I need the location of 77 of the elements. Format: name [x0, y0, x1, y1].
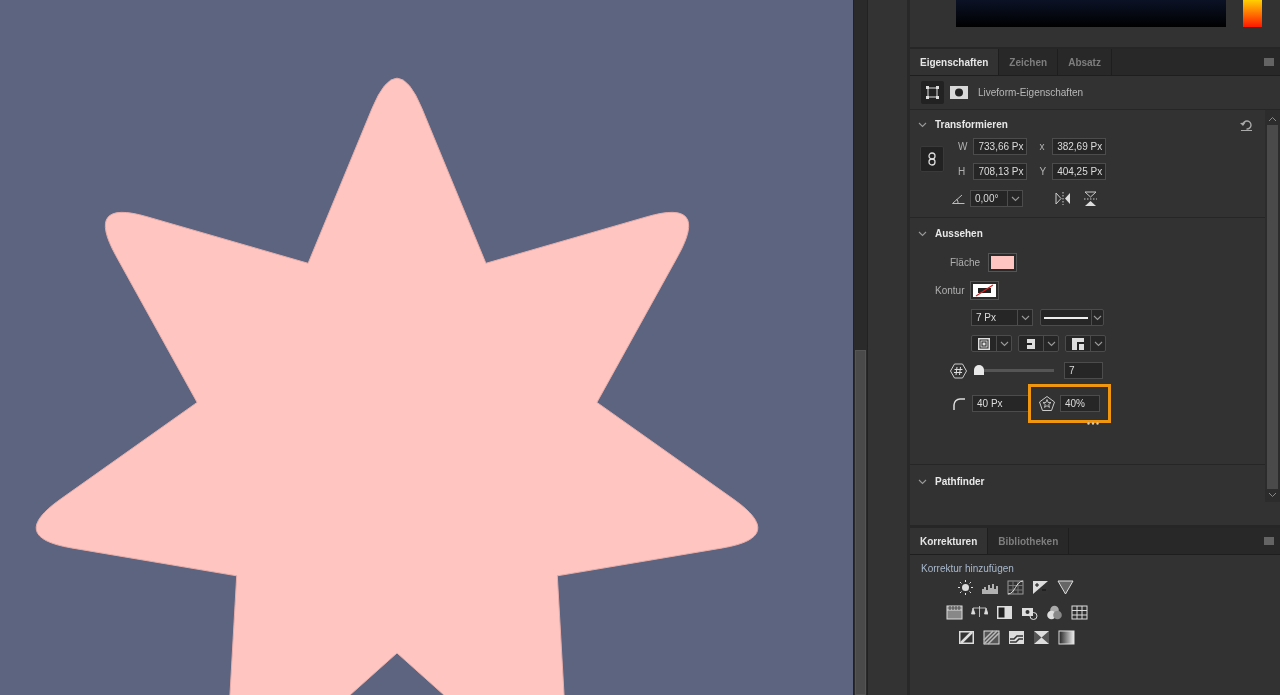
section-title[interactable]: Transformieren [935, 117, 1008, 132]
field-label: W [958, 140, 968, 154]
value-field[interactable]: 382,69 Px [1052, 138, 1107, 155]
field-label: Y [1039, 165, 1047, 179]
fill-swatch[interactable] [988, 253, 1017, 272]
scales-icon[interactable] [971, 605, 988, 620]
shape-type-label: Liveform-Eigenschaften [978, 86, 1084, 100]
points-count-icon [950, 362, 967, 379]
stroke-width-dropdown[interactable]: 7 Px [971, 309, 1033, 326]
solid-line-icon [1044, 316, 1088, 319]
star-ratio-icon [1039, 396, 1055, 411]
stroke-corners-dropdown[interactable] [1065, 335, 1106, 352]
stroke-cap-icon [1025, 338, 1037, 349]
more-options-icon[interactable] [1087, 422, 1099, 425]
angle-dropdown[interactable]: 0,00° [970, 190, 1023, 207]
bounding-box-icon [926, 86, 939, 99]
value-field[interactable]: 708,13 Px [973, 163, 1028, 180]
scrollbar-thumb[interactable] [855, 350, 866, 695]
chevron-down-icon [1046, 340, 1056, 347]
stroke-label: Kontur [935, 284, 965, 298]
chevron-down-icon [1093, 314, 1102, 321]
curve-grid-icon[interactable] [1007, 580, 1024, 595]
chevron-down-icon [999, 340, 1009, 347]
panel-tab[interactable]: Eigenschaften [910, 49, 1000, 75]
adjustments-heading: Korrektur hinzufügen [920, 562, 1015, 576]
brightness-icon[interactable] [957, 580, 974, 595]
link-proportions-button[interactable] [920, 146, 944, 172]
panel-scrollbar-thumb[interactable] [1267, 125, 1278, 489]
field-label: x [1039, 140, 1046, 154]
chevron-down-icon [1020, 314, 1030, 321]
gradient-square-icon[interactable] [1058, 630, 1075, 645]
angle-icon [952, 193, 965, 204]
section-chevron-icon[interactable] [918, 121, 927, 128]
overlapping-circles-icon[interactable] [1046, 605, 1063, 620]
corner-radius-field[interactable]: 40 Px [972, 395, 1030, 412]
fill-label: Fläche [950, 256, 980, 270]
panel-tab[interactable]: Korrekturen [910, 528, 989, 554]
value-field[interactable]: 404,25 Px [1052, 163, 1107, 180]
stroke-caps-dropdown[interactable] [1018, 335, 1059, 352]
section-chevron-icon[interactable] [918, 230, 927, 237]
section-title[interactable]: Aussehen [935, 226, 983, 241]
diagonal-stripes-icon[interactable] [983, 630, 1000, 645]
corner-radius-icon [953, 397, 965, 410]
color-field[interactable] [956, 0, 1226, 27]
reset-icon[interactable] [1240, 118, 1253, 131]
stroke-corner-icon [1072, 337, 1084, 350]
hourglass-square-icon[interactable] [1033, 630, 1050, 645]
hue-strip[interactable] [1243, 0, 1262, 27]
shape-bounds-button[interactable] [921, 81, 944, 104]
field-label: H [958, 165, 967, 179]
flip-vertical-icon[interactable] [1084, 190, 1097, 207]
half-filled-square-icon[interactable] [996, 605, 1013, 620]
points-field[interactable]: 7 [1064, 362, 1103, 379]
slashed-square-icon[interactable] [958, 630, 975, 645]
star-shape[interactable] [35, 77, 759, 695]
section-chevron-icon[interactable] [918, 478, 927, 485]
star-ratio-field[interactable]: 40% [1060, 395, 1100, 412]
color-bars-icon[interactable] [946, 605, 963, 620]
slider-thumb[interactable] [973, 364, 984, 375]
grid-icon[interactable] [1071, 605, 1088, 620]
scroll-up-icon[interactable] [1268, 116, 1277, 122]
triangle-gradient-icon[interactable] [1057, 580, 1074, 595]
chevron-down-icon [1093, 340, 1103, 347]
mask-icon[interactable] [950, 86, 968, 99]
panel-scrollbar[interactable] [1265, 110, 1280, 502]
value-field[interactable]: 733,66 Px [973, 138, 1028, 155]
chevron-down-icon [1010, 195, 1020, 202]
stroke-swatch[interactable] [970, 281, 1000, 300]
chain-link-icon [928, 152, 936, 166]
camera-icon[interactable] [1021, 605, 1038, 620]
stroke-align-icon [978, 337, 990, 350]
flip-horizontal-icon[interactable] [1055, 192, 1071, 205]
stroke-style-dropdown[interactable] [1040, 309, 1104, 326]
section-title[interactable]: Pathfinder [935, 474, 985, 489]
scroll-down-icon[interactable] [1268, 492, 1277, 498]
stepped-stripes-icon[interactable] [1008, 630, 1025, 645]
stroke-align-dropdown[interactable] [971, 335, 1012, 352]
